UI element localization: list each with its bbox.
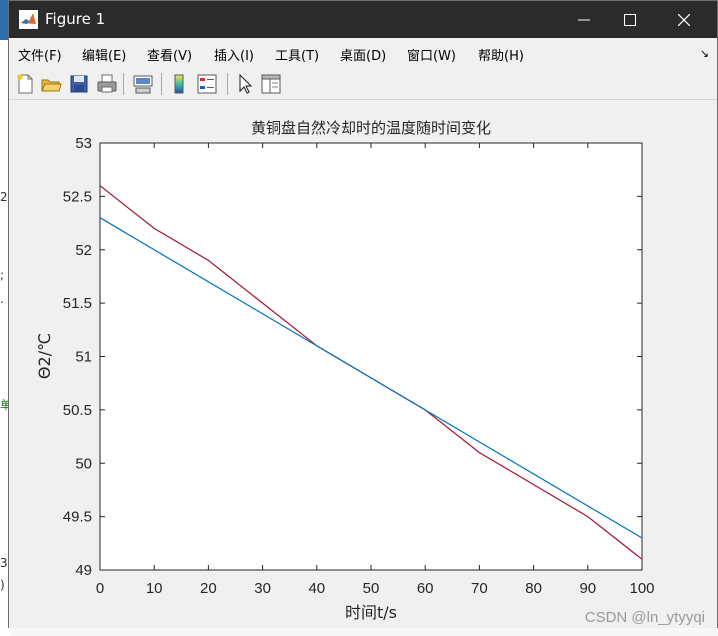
watermark: CSDN @ln_ytyyqi [585, 609, 705, 626]
y-tick-label: 51 [75, 349, 92, 366]
toolbar [9, 68, 717, 100]
minimize-button[interactable] [561, 1, 607, 38]
menu-view[interactable]: 查看(V) [147, 45, 192, 64]
x-tick-label: 70 [471, 580, 488, 597]
x-axis-label: 时间t/s [345, 603, 397, 622]
maximize-icon [624, 14, 636, 26]
legend-icon [197, 74, 217, 94]
save-button[interactable] [67, 72, 91, 96]
x-tick-label: 100 [629, 580, 654, 597]
menu-insert[interactable]: 插入(I) [214, 45, 254, 64]
y-tick-label: 49.5 [63, 509, 92, 526]
menu-help[interactable]: 帮助(H) [478, 45, 524, 64]
toolbar-separator [123, 73, 124, 95]
x-tick-label: 60 [417, 580, 434, 597]
link-plot-button[interactable] [131, 72, 155, 96]
link-plot-icon [133, 75, 153, 94]
figure-window: Figure 1 文件(F) 编辑(E) 查看(V) 插入(I) 工具(T) 桌… [8, 0, 718, 628]
close-icon [678, 14, 690, 26]
x-tick-label: 90 [579, 580, 596, 597]
matlab-logo-icon [19, 10, 38, 29]
open-file-button[interactable] [39, 72, 63, 96]
minimize-icon [578, 19, 590, 21]
y-tick-label: 49 [75, 562, 92, 579]
x-tick-label: 30 [254, 580, 271, 597]
background-text: 3 [0, 556, 8, 570]
menu-bar: 文件(F) 编辑(E) 查看(V) 插入(I) 工具(T) 桌面(D) 窗口(W… [9, 38, 717, 68]
y-tick-label: 52.5 [63, 188, 92, 205]
menu-file[interactable]: 文件(F) [18, 45, 62, 64]
plot-canvas: 黄铜盘自然冷却时的温度随时间变化 0 10 20 30 40 50 60 70 80 90 100 4… [35, 119, 705, 626]
x-tick-label: 0 [96, 580, 104, 597]
colorbar-button[interactable] [167, 72, 191, 96]
new-figure-button[interactable] [13, 72, 37, 96]
x-tick-label: 80 [525, 580, 542, 597]
open-file-icon [41, 79, 62, 92]
property-inspector-button[interactable] [259, 72, 283, 96]
x-tick-label: 10 [146, 580, 163, 597]
y-tick-label: 53 [75, 135, 92, 152]
x-tick-label: 20 [200, 580, 217, 597]
legend-button[interactable] [195, 72, 219, 96]
menu-tools[interactable]: 工具(T) [275, 45, 319, 64]
x-tick-label: 50 [363, 580, 380, 597]
menu-window[interactable]: 窗口(W) [407, 45, 456, 64]
background-text: . [0, 292, 4, 306]
background-text: ; [0, 268, 5, 282]
menu-desktop[interactable]: 桌面(D) [340, 45, 386, 64]
x-tick-label: 40 [308, 580, 325, 597]
print-icon [97, 74, 117, 93]
y-tick-label: 50 [75, 455, 92, 472]
colorbar-icon [174, 74, 184, 94]
window-title: Figure 1 [45, 10, 106, 28]
chart-title: 黄铜盘自然冷却时的温度随时间变化 [251, 119, 491, 137]
menu-edit[interactable]: 编辑(E) [82, 45, 126, 64]
y-tick-label: 50.5 [63, 402, 92, 419]
toolbar-separator [161, 73, 162, 95]
new-figure-icon [17, 74, 33, 94]
property-inspector-icon [261, 74, 281, 94]
y-axis-label: Θ2/℃ [35, 333, 54, 379]
save-icon [70, 75, 88, 93]
y-tick-label: 52 [75, 242, 92, 259]
y-tick-label: 51.5 [63, 295, 92, 312]
toolbar-separator [227, 73, 228, 95]
close-button[interactable] [661, 1, 707, 38]
background-text: ) [0, 578, 5, 592]
plot-area [99, 142, 643, 571]
pointer-icon [239, 73, 253, 94]
pointer-button[interactable] [233, 72, 257, 96]
print-button[interactable] [95, 72, 119, 96]
title-bar[interactable]: Figure 1 [9, 1, 717, 38]
maximize-button[interactable] [607, 1, 653, 38]
figure-area: 黄铜盘自然冷却时的温度随时间变化 0 10 20 30 40 50 60 70 80 90 100 4… [9, 101, 717, 628]
background-text: 2 [0, 190, 8, 204]
menu-overflow-icon[interactable]: ↘ [700, 47, 709, 60]
